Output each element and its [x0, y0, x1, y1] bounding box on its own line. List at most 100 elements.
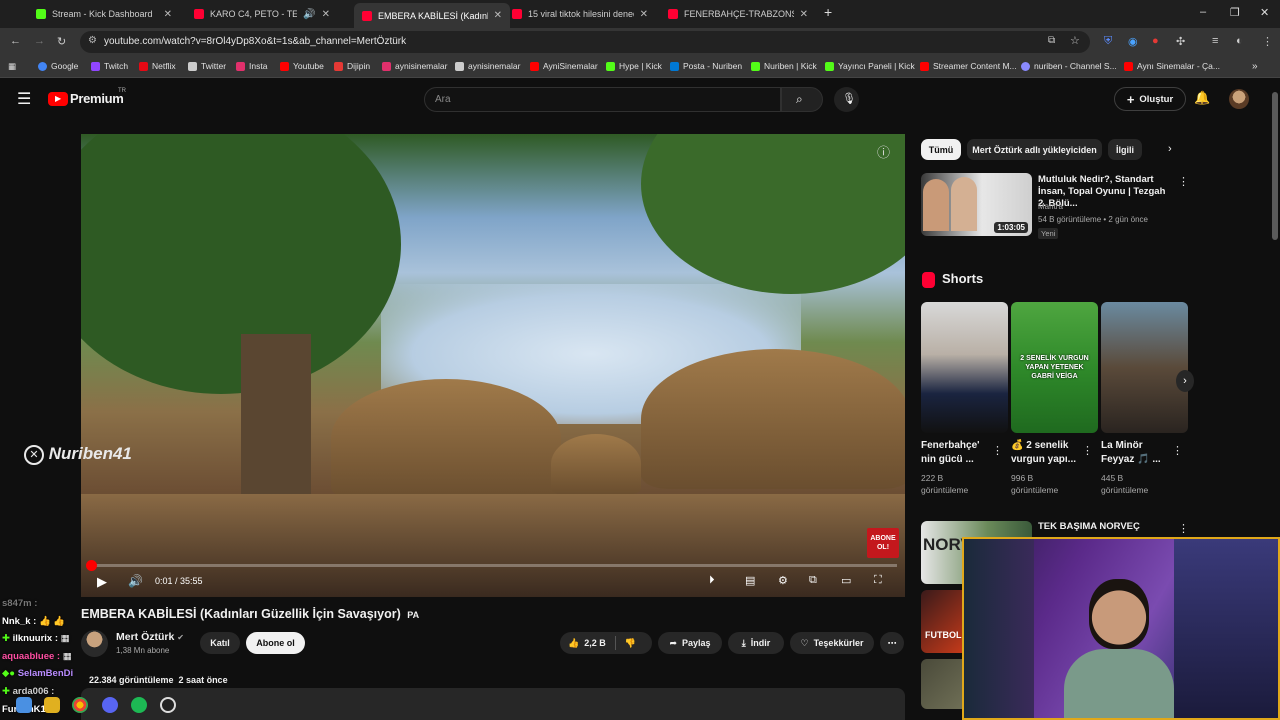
taskbar-chrome-icon[interactable] [72, 697, 88, 713]
bookmark-aynisinemalar-x[interactable]: aynisinemalar [455, 61, 520, 71]
fullscreen-icon[interactable]: ⛶ [874, 574, 882, 587]
video-scrubber-handle[interactable] [86, 560, 97, 571]
bookmark-nuriben-channel[interactable]: nuriben - Channel S... [1021, 61, 1117, 71]
video-progress-bar[interactable] [86, 560, 897, 571]
url-text[interactable]: youtube.com/watch?v=8rOl4yDp8Xo&t=1s&ab_… [104, 36, 406, 47]
close-tab-icon[interactable]: ✕ [164, 9, 172, 20]
taskbar-spotify-icon[interactable] [131, 697, 147, 713]
more-bookmarks-icon[interactable]: » [1252, 61, 1258, 72]
bookmark-streamer-content[interactable]: Streamer Content M... [920, 61, 1017, 71]
notifications-bell-icon[interactable]: 🔔 [1194, 90, 1210, 106]
bookmark-insta[interactable]: Insta [236, 61, 267, 71]
chip-from-uploader[interactable]: Mert Öztürk adlı yükleyiciden [967, 139, 1102, 160]
bookmark-youtube[interactable]: Youtube [280, 61, 324, 71]
close-tab-icon[interactable]: ✕ [494, 10, 502, 21]
bookmark-dijipin[interactable]: Dijipin [334, 61, 370, 71]
extension-shield-icon[interactable]: ⛨ [1104, 35, 1112, 48]
taskbar-discord-icon[interactable] [102, 697, 118, 713]
short-thumbnail[interactable]: 2 SENELİK VURGUN YAPAN YETENEK GABRİ VEİ… [1011, 302, 1098, 433]
thanks-button[interactable]: ♡ Teşekkürler [790, 632, 874, 654]
play-icon[interactable]: ▶ [97, 574, 107, 590]
bookmark-twitter[interactable]: Twitter [188, 61, 226, 71]
taskbar-obs-icon[interactable] [160, 697, 176, 713]
extensions-puzzle-icon[interactable]: ✣ [1176, 35, 1185, 48]
thumbs-down-icon[interactable]: 👎 [625, 638, 636, 649]
recommended-more-icon[interactable]: ⋮ [1178, 175, 1189, 188]
short-title[interactable]: La Minör Feyyaz 🎵 ... [1101, 439, 1177, 467]
address-bar[interactable]: ⚙ youtube.com/watch?v=8rOl4yDp8Xo&t=1s&a… [80, 31, 1090, 53]
hamburger-menu-icon[interactable]: ☰ [17, 89, 31, 109]
chip-related[interactable]: İlgili [1108, 139, 1142, 160]
subscribe-button[interactable]: Abone ol [246, 632, 305, 654]
minimize-button[interactable]: – [1200, 6, 1206, 18]
apps-grid-icon[interactable]: ▦ [8, 61, 16, 72]
share-button[interactable]: ➦ Paylaş [658, 632, 722, 654]
download-button[interactable]: ⤓ İndir [728, 632, 784, 654]
site-info-icon[interactable]: ⚙ [88, 35, 97, 46]
bookmark-netflix[interactable]: Netflix [139, 61, 176, 71]
bookmark-yayinci-paneli[interactable]: Yayıncı Paneli | Kick [825, 61, 915, 71]
description-box[interactable] [81, 688, 905, 720]
bookmark-twitch[interactable]: Twitch [91, 61, 128, 71]
recommended-more-icon[interactable]: ⋮ [1178, 522, 1189, 535]
settings-gear-icon[interactable]: ⚙ [778, 574, 788, 587]
short-title[interactable]: Fenerbahçe' nin gücü ... [921, 439, 997, 467]
tab-kick-dashboard[interactable]: Stream - Kick Dashboard ✕ [28, 3, 180, 25]
bookmark-posta[interactable]: Posta - Nuriben [670, 61, 742, 71]
tab-fenerbahce[interactable]: FENERBAHÇE-TRABZONSPOR ( ✕ [660, 3, 816, 25]
bookmark-star-icon[interactable]: ☆ [1070, 34, 1080, 47]
short-title[interactable]: 💰 2 senelik vurgun yapı... [1011, 439, 1087, 467]
chips-next-chevron-icon[interactable]: › [1168, 143, 1172, 155]
thumbs-up-icon[interactable]: 👍 [568, 638, 579, 649]
close-tab-icon[interactable]: ✕ [640, 9, 648, 20]
close-window-button[interactable]: ✕ [1260, 6, 1269, 19]
extension-red-icon[interactable]: ● [1152, 35, 1159, 47]
create-button[interactable]: + Oluştur [1114, 87, 1186, 111]
search-button[interactable]: ⌕ [781, 87, 823, 112]
back-arrow-icon[interactable]: ← [10, 35, 21, 47]
captions-icon[interactable]: ▤ [745, 574, 755, 587]
more-actions-button[interactable]: ⋯ [880, 632, 904, 654]
maximize-button[interactable]: ❐ [1230, 6, 1240, 19]
close-tab-icon[interactable]: ✕ [800, 9, 808, 20]
channel-name[interactable]: Mert Öztürk ✔ [116, 631, 184, 643]
shorts-next-chevron-icon[interactable]: › [1176, 370, 1194, 392]
chip-all[interactable]: Tümü [921, 139, 961, 160]
install-app-icon[interactable]: ⧉ [1048, 35, 1055, 46]
autoplay-toggle[interactable]: ⏵ [709, 574, 715, 587]
voice-search-button[interactable]: 🎙 [834, 87, 859, 112]
recommended-video-channel[interactable]: Mantra [1038, 202, 1063, 211]
join-button[interactable]: Katıl [200, 632, 240, 654]
volume-icon[interactable]: 🔊 [128, 574, 143, 588]
bookmark-ayni-sinemalar[interactable]: Aynı Sinemalar - Ça... [1124, 61, 1220, 71]
youtube-logo-icon[interactable]: ▶ [48, 92, 68, 106]
miniplayer-icon[interactable]: ⧉ [809, 574, 817, 587]
info-icon[interactable]: ⓘ [877, 142, 890, 161]
tab-viral-tiktok[interactable]: 15 viral tiktok hilesini denedim! ✕ [504, 3, 656, 25]
recommended-video-title[interactable]: TEK BAŞIMA NORVEÇ [1038, 521, 1174, 533]
browser-menu-icon[interactable]: ⋮ [1262, 35, 1273, 48]
extension-globe-icon[interactable]: ◉ [1128, 35, 1138, 48]
close-tab-icon[interactable]: ✕ [322, 9, 330, 20]
like-count[interactable]: 2,2 B [584, 638, 606, 648]
taskbar-app-icon[interactable] [16, 697, 32, 713]
speaker-icon[interactable]: 🔊 [303, 9, 315, 20]
tab-karo-video[interactable]: KARO C4, PETO - TEMPO ( 🔊 ✕ [186, 3, 338, 25]
youtube-premium-wordmark[interactable]: Premium [70, 91, 124, 106]
short-thumbnail[interactable] [921, 302, 1008, 433]
profile-icon[interactable]: ◐ [1236, 35, 1243, 47]
recommended-video-thumbnail[interactable]: 1:03:05 [921, 173, 1032, 236]
tab-embera-video[interactable]: EMBERA KABİLESİ (Kadınları Gü ✕ [354, 3, 510, 28]
bookmark-hype-kick[interactable]: Hype | Kick [606, 61, 662, 71]
video-player[interactable]: ⓘ ABONE OL! ▶ 🔊 0:01 / 35:55 ⏵ ▤ ⚙ ⧉ ▭ ⛶ [81, 134, 905, 597]
bookmark-google[interactable]: Google [38, 61, 78, 71]
reading-list-icon[interactable]: ≡ [1212, 35, 1218, 47]
short-more-icon[interactable]: ⋮ [1082, 444, 1093, 457]
channel-avatar[interactable] [81, 630, 108, 657]
bookmark-aynisinemalar-yt[interactable]: AyniSinemalar [530, 61, 598, 71]
short-thumbnail[interactable] [1101, 302, 1188, 433]
search-input[interactable]: Ara [424, 87, 781, 112]
taskbar-folder-icon[interactable] [44, 697, 60, 713]
page-scrollbar-thumb[interactable] [1272, 92, 1278, 240]
short-more-icon[interactable]: ⋮ [992, 444, 1003, 457]
